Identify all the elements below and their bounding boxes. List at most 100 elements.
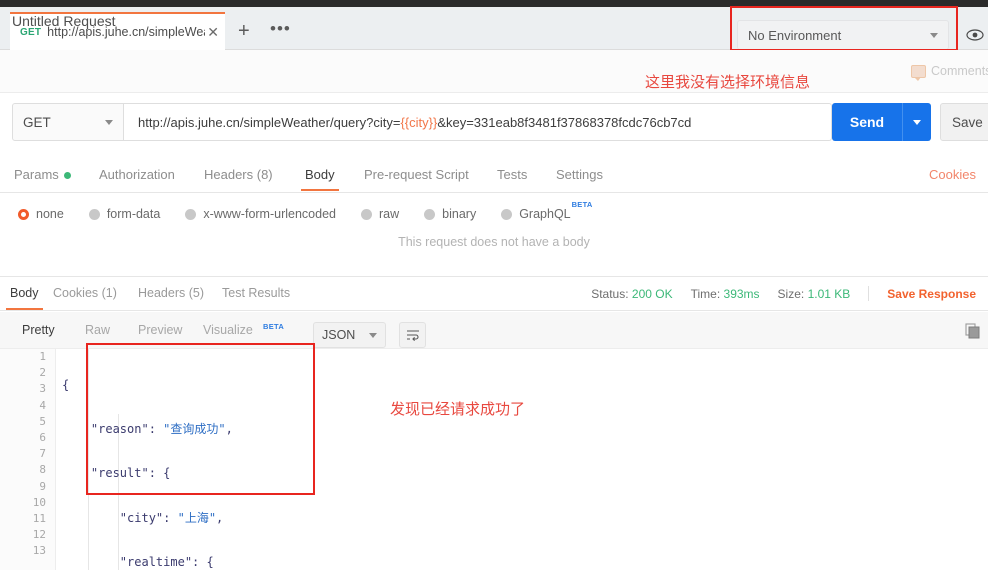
cookies-link[interactable]: Cookies [929, 167, 976, 182]
chevron-down-icon [930, 32, 938, 38]
response-tab-headers[interactable]: Headers (5) [138, 286, 204, 300]
line-number: 5 [39, 414, 46, 428]
save-button[interactable]: Save [940, 103, 988, 141]
send-button[interactable]: Send [832, 103, 902, 141]
save-response-button[interactable]: Save Response [887, 287, 976, 301]
radio-icon [501, 208, 513, 220]
tab-body[interactable]: Body [301, 167, 339, 191]
line-number: 3 [39, 382, 46, 396]
tab-headers[interactable]: Headers (8) [204, 167, 273, 182]
tab-pre-request-script[interactable]: Pre-request Script [364, 167, 469, 182]
no-body-message: This request does not have a body [398, 235, 590, 249]
time-key: Time: [690, 286, 721, 301]
radio-icon [18, 208, 29, 220]
size-group: Size: 1.01 KB [778, 287, 851, 301]
line-number: 12 [32, 528, 46, 542]
body-type-graphql-label: GraphQL [519, 207, 571, 221]
line-number: 9 [39, 479, 46, 493]
line-number: 10 [32, 495, 46, 509]
code-line: "reason": "查询成功", [90, 422, 233, 437]
code-line: "city": "上海", [119, 510, 224, 525]
response-body-editor[interactable]: 1 2 3 4 5 6 7 8 9 10 11 12 13 { "reason"… [0, 349, 988, 570]
view-tab-preview[interactable]: Preview [138, 323, 182, 337]
status-badge: 200 OK [631, 286, 673, 301]
chevron-down-icon [105, 119, 113, 125]
radio-icon [361, 208, 372, 220]
close-icon[interactable]: ✕ [207, 25, 219, 39]
code-line: { [62, 378, 70, 392]
body-type-urlencoded-label: x-www-form-urlencoded [203, 207, 336, 221]
tab-tests[interactable]: Tests [497, 167, 527, 182]
line-number: 1 [39, 350, 46, 363]
word-wrap-button[interactable] [399, 322, 426, 348]
word-wrap-icon [406, 330, 419, 341]
body-type-raw[interactable]: raw [361, 207, 399, 221]
postman-window: GET http://apis.juhe.cn/simpleWeat... ✕ … [0, 0, 988, 570]
line-number: 4 [39, 398, 46, 412]
tab-authorization[interactable]: Authorization [99, 167, 175, 182]
environment-selector[interactable]: No Environment [737, 20, 949, 50]
response-format-label: JSON [322, 328, 356, 342]
environment-selected-label: No Environment [748, 27, 842, 43]
request-title-row [0, 50, 988, 93]
tab-strip: GET http://apis.juhe.cn/simpleWeat... ✕ … [0, 7, 988, 50]
new-tab-icon[interactable]: + [238, 21, 250, 41]
body-type-raw-label: raw [379, 207, 400, 221]
tab-params[interactable]: Params [14, 167, 71, 182]
tab-settings[interactable]: Settings [556, 167, 603, 182]
line-number: 2 [39, 366, 46, 380]
comment-icon [911, 64, 926, 81]
more-options-icon[interactable]: ••• [270, 20, 291, 37]
response-meta: Status: 200 OK Time: 393ms Size: 1.01 KB… [591, 286, 976, 301]
size-value: 1.01 KB [807, 286, 851, 301]
send-options-button[interactable] [902, 103, 931, 141]
body-type-none[interactable]: none [18, 207, 64, 221]
line-number: 7 [39, 447, 46, 461]
body-type-graphql[interactable]: GraphQL BETA [501, 200, 592, 221]
time-value: 393ms [723, 286, 760, 301]
body-type-urlencoded[interactable]: x-www-form-urlencoded [185, 207, 336, 221]
annotation-text-environment: 这里我没有选择环境信息 [645, 73, 811, 91]
view-tab-pretty[interactable]: Pretty [22, 323, 55, 337]
response-tabs: Body Cookies (1) Headers (5) Test Result… [0, 277, 988, 311]
line-number: 13 [32, 544, 46, 558]
line-number: 6 [39, 430, 46, 444]
visualize-beta-badge: BETA [263, 322, 285, 331]
body-type-binary[interactable]: binary [424, 207, 476, 221]
response-tab-body[interactable]: Body [6, 286, 42, 310]
response-body-code[interactable]: { "reason": "查询成功", "result": { "city": … [62, 349, 962, 570]
chevron-down-icon [913, 119, 921, 125]
http-method-select[interactable]: GET [12, 103, 124, 141]
status-key: Status: [591, 286, 629, 301]
copy-response-button[interactable] [965, 323, 981, 339]
view-tab-visualize[interactable]: Visualize [203, 323, 253, 337]
page-title: Untitled Request [12, 13, 116, 29]
radio-icon [185, 208, 197, 220]
url-suffix: &key=331eab8f3481f37868378fcdc76cb7cd [437, 114, 692, 130]
title-bar [0, 0, 988, 7]
body-type-radio-group: none form-data x-www-form-urlencoded raw… [0, 198, 988, 230]
size-key: Size: [777, 286, 805, 301]
url-variable: {{city}} [400, 114, 438, 130]
radio-icon [424, 208, 436, 220]
copy-icon [965, 323, 980, 339]
url-prefix: http://apis.juhe.cn/simpleWeather/query?… [138, 114, 401, 130]
annotation-text-json: 发现已经请求成功了 [390, 400, 526, 418]
radio-icon [88, 208, 100, 220]
response-tab-cookies[interactable]: Cookies (1) [53, 286, 117, 300]
code-line: "result": { [90, 466, 171, 481]
view-tab-raw[interactable]: Raw [85, 323, 110, 337]
response-tab-test-results[interactable]: Test Results [222, 286, 290, 300]
body-type-binary-label: binary [442, 207, 477, 221]
body-type-none-label: none [36, 207, 64, 221]
line-number: 8 [39, 463, 46, 477]
line-number: 11 [32, 511, 46, 525]
url-input[interactable]: http://apis.juhe.cn/simpleWeather/query?… [124, 103, 832, 141]
response-format-select[interactable]: JSON [313, 322, 386, 348]
body-type-form-data-label: form-data [106, 207, 161, 221]
environment-quick-look-button[interactable] [962, 21, 988, 49]
line-number-gutter: 1 2 3 4 5 6 7 8 9 10 11 12 13 [0, 349, 56, 570]
body-type-form-data[interactable]: form-data [88, 207, 161, 221]
comments-button[interactable]: Comments [911, 64, 988, 81]
code-line: "realtime": { [119, 554, 214, 569]
